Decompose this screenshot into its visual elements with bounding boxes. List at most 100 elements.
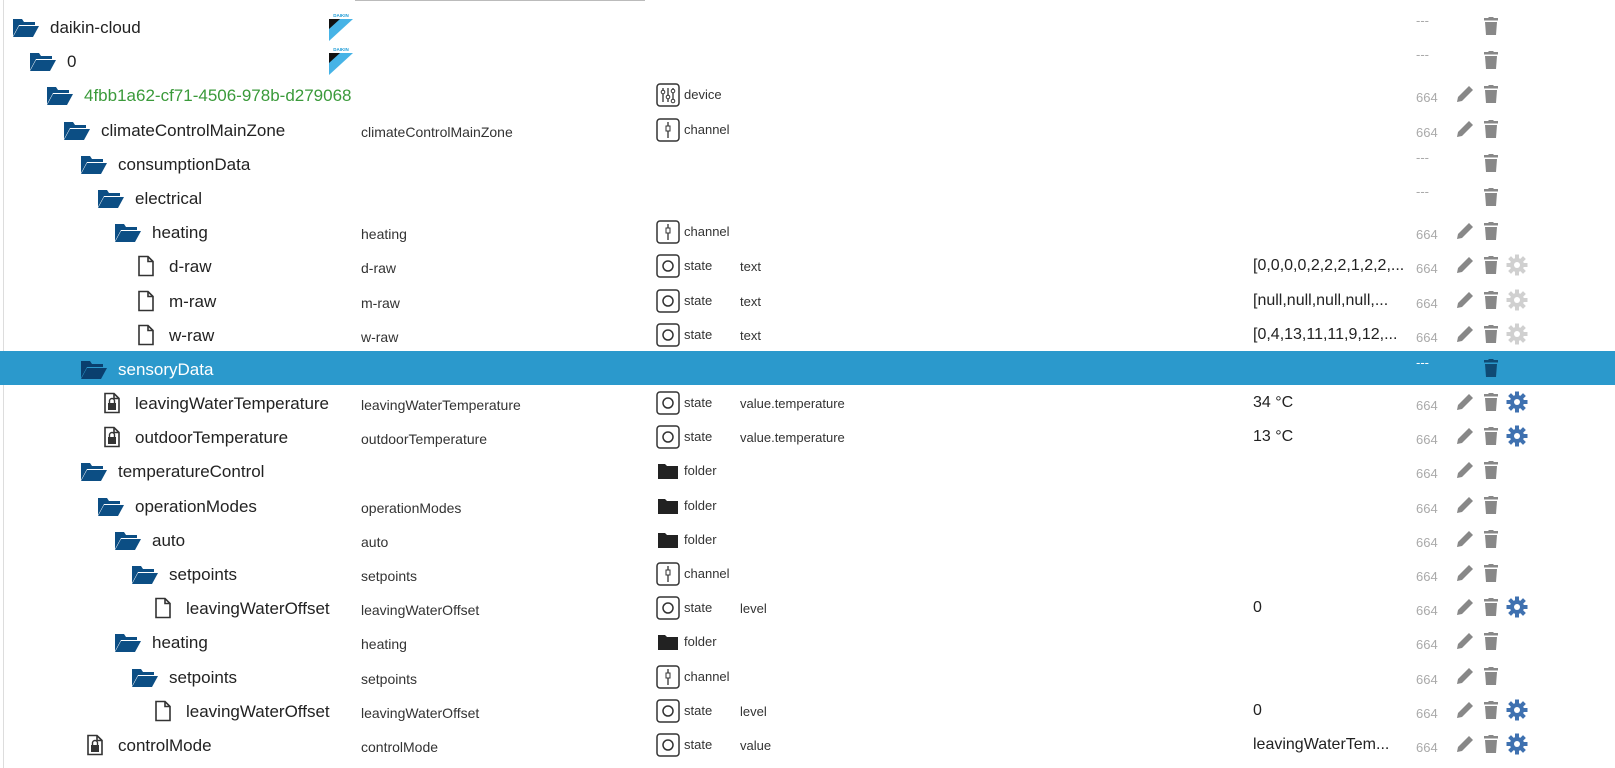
delete-icon[interactable] bbox=[1479, 14, 1503, 38]
delete-icon[interactable] bbox=[1479, 117, 1503, 141]
gear-icon[interactable] bbox=[1505, 698, 1529, 722]
folder-open-icon[interactable] bbox=[29, 50, 57, 72]
tree-row[interactable]: leavingWaterOffset leavingWaterOffset stat… bbox=[0, 693, 1615, 727]
folder-open-icon[interactable] bbox=[114, 529, 142, 551]
tree-row[interactable]: temperatureControl folder 664 bbox=[0, 453, 1615, 487]
folder-open-icon[interactable] bbox=[12, 16, 40, 38]
delete-icon[interactable] bbox=[1479, 390, 1503, 414]
tree-row[interactable]: 0 DAIKIN --- bbox=[0, 43, 1615, 77]
object-name[interactable]: leavingWaterOffset bbox=[186, 702, 330, 722]
folder-open-icon[interactable] bbox=[97, 495, 125, 517]
delete-icon[interactable] bbox=[1479, 151, 1503, 175]
object-value[interactable]: leavingWaterTem... bbox=[1253, 736, 1408, 754]
object-value[interactable]: [0,4,13,11,11,9,12,... bbox=[1253, 326, 1408, 344]
edit-icon[interactable] bbox=[1453, 561, 1477, 585]
file-lock-icon[interactable] bbox=[80, 734, 108, 756]
tree-row[interactable]: setpoints setpoints channel 664 bbox=[0, 556, 1615, 590]
edit-icon[interactable] bbox=[1453, 595, 1477, 619]
folder-open-icon[interactable] bbox=[131, 666, 159, 688]
edit-icon[interactable] bbox=[1453, 527, 1477, 551]
file-icon[interactable] bbox=[131, 290, 159, 312]
delete-icon[interactable] bbox=[1479, 493, 1503, 517]
edit-icon[interactable] bbox=[1453, 698, 1477, 722]
tree-row[interactable]: w-raw w-raw state text [0,4,13,11,11,9,12,..… bbox=[0, 317, 1615, 351]
file-lock-icon[interactable] bbox=[97, 426, 125, 448]
edit-icon[interactable] bbox=[1453, 458, 1477, 482]
object-name[interactable]: auto bbox=[152, 531, 185, 551]
edit-icon[interactable] bbox=[1453, 322, 1477, 346]
delete-icon[interactable] bbox=[1479, 185, 1503, 209]
tree-row[interactable]: consumptionData --- bbox=[0, 146, 1615, 180]
object-name[interactable]: daikin-cloud bbox=[50, 18, 141, 38]
delete-icon[interactable] bbox=[1479, 595, 1503, 619]
delete-icon[interactable] bbox=[1479, 322, 1503, 346]
edit-icon[interactable] bbox=[1453, 664, 1477, 688]
gear-icon[interactable] bbox=[1505, 595, 1529, 619]
tree-row[interactable]: daikin-cloud DAIKIN --- bbox=[0, 9, 1615, 43]
object-name[interactable]: sensoryData bbox=[118, 360, 213, 380]
delete-icon[interactable] bbox=[1479, 629, 1503, 653]
delete-icon[interactable] bbox=[1479, 424, 1503, 448]
delete-icon[interactable] bbox=[1479, 698, 1503, 722]
gear-icon[interactable] bbox=[1505, 390, 1529, 414]
tree-row[interactable]: outdoorTemperature outdoorTemperature stat… bbox=[0, 419, 1615, 453]
object-name[interactable]: leavingWaterTemperature bbox=[135, 394, 329, 414]
object-name[interactable]: heating bbox=[152, 223, 208, 243]
edit-icon[interactable] bbox=[1453, 629, 1477, 653]
delete-icon[interactable] bbox=[1479, 527, 1503, 551]
gear-icon[interactable] bbox=[1505, 322, 1529, 346]
delete-icon[interactable] bbox=[1479, 732, 1503, 756]
delete-icon[interactable] bbox=[1479, 288, 1503, 312]
object-name[interactable]: 0 bbox=[67, 52, 76, 72]
edit-icon[interactable] bbox=[1453, 117, 1477, 141]
tree-row[interactable]: climateControlMainZone climateControlMain… bbox=[0, 112, 1615, 146]
edit-icon[interactable] bbox=[1453, 219, 1477, 243]
edit-icon[interactable] bbox=[1453, 82, 1477, 106]
object-value[interactable]: 13 °C bbox=[1253, 428, 1408, 446]
tree-row[interactable]: d-raw d-raw state text [0,0,0,0,2,2,2,1,2,2,… bbox=[0, 248, 1615, 282]
folder-open-icon[interactable] bbox=[97, 187, 125, 209]
gear-icon[interactable] bbox=[1505, 424, 1529, 448]
object-name[interactable]: temperatureControl bbox=[118, 462, 264, 482]
delete-icon[interactable] bbox=[1479, 219, 1503, 243]
folder-open-icon[interactable] bbox=[114, 631, 142, 653]
object-name[interactable]: heating bbox=[152, 633, 208, 653]
object-value[interactable]: 34 °C bbox=[1253, 394, 1408, 412]
object-name[interactable]: consumptionData bbox=[118, 155, 250, 175]
object-name[interactable]: m-raw bbox=[169, 292, 216, 312]
edit-icon[interactable] bbox=[1453, 424, 1477, 448]
folder-open-icon[interactable] bbox=[114, 221, 142, 243]
delete-icon[interactable] bbox=[1479, 48, 1503, 72]
delete-icon[interactable] bbox=[1479, 664, 1503, 688]
delete-icon[interactable] bbox=[1479, 82, 1503, 106]
tree-row[interactable]: operationModes operationModes folder 664 bbox=[0, 488, 1615, 522]
file-icon[interactable] bbox=[148, 700, 176, 722]
file-icon[interactable] bbox=[148, 597, 176, 619]
gear-icon[interactable] bbox=[1505, 288, 1529, 312]
folder-open-icon[interactable] bbox=[80, 460, 108, 482]
object-value[interactable]: 0 bbox=[1253, 599, 1408, 617]
object-name[interactable]: 4fbb1a62-cf71-4506-978b-d279068 bbox=[84, 86, 352, 106]
folder-open-icon[interactable] bbox=[63, 119, 91, 141]
delete-icon[interactable] bbox=[1479, 561, 1503, 585]
edit-icon[interactable] bbox=[1453, 732, 1477, 756]
delete-icon[interactable] bbox=[1479, 356, 1503, 380]
tree-row[interactable]: m-raw m-raw state text [null,null,null,null,… bbox=[0, 283, 1615, 317]
folder-open-icon[interactable] bbox=[80, 153, 108, 175]
delete-icon[interactable] bbox=[1479, 458, 1503, 482]
file-lock-icon[interactable] bbox=[97, 392, 125, 414]
file-icon[interactable] bbox=[131, 255, 159, 277]
object-name[interactable]: operationModes bbox=[135, 497, 257, 517]
tree-row[interactable]: heating heating folder 664 bbox=[0, 624, 1615, 658]
tree-row[interactable]: heating heating channel 664 bbox=[0, 214, 1615, 248]
tree-row[interactable]: leavingWaterTemperature leavingWaterTempe… bbox=[0, 385, 1615, 419]
tree-row[interactable]: electrical --- bbox=[0, 180, 1615, 214]
gear-icon[interactable] bbox=[1505, 253, 1529, 277]
object-name[interactable]: setpoints bbox=[169, 668, 237, 688]
folder-open-icon[interactable] bbox=[80, 358, 108, 380]
edit-icon[interactable] bbox=[1453, 253, 1477, 277]
tree-row[interactable]: leavingWaterOffset leavingWaterOffset stat… bbox=[0, 590, 1615, 624]
object-name[interactable]: outdoorTemperature bbox=[135, 428, 288, 448]
edit-icon[interactable] bbox=[1453, 390, 1477, 414]
object-value[interactable]: 0 bbox=[1253, 702, 1408, 720]
